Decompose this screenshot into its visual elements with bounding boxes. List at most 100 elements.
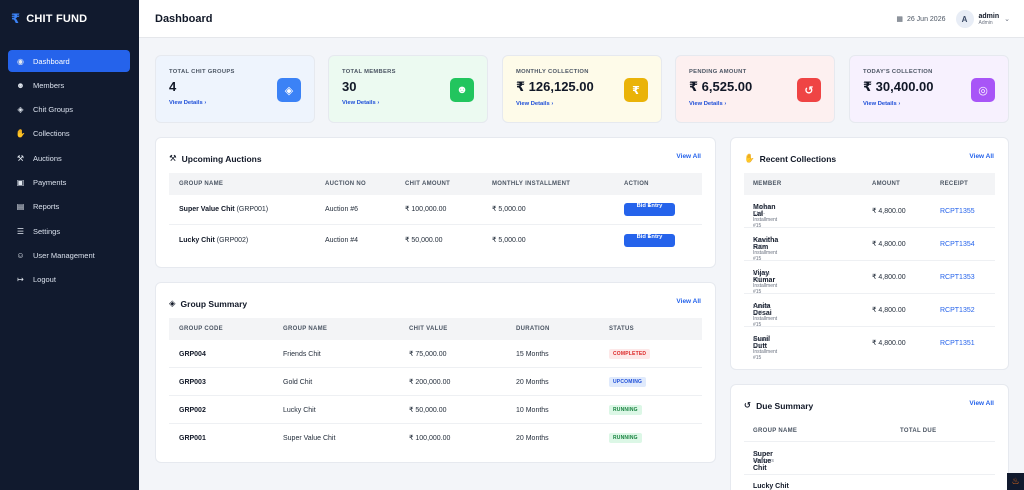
view-all-link[interactable]: View All xyxy=(676,298,701,305)
table-row: GRP002 Lucky Chit ₹ 50,000.00 10 Months … xyxy=(169,397,702,424)
history-icon: ↺ xyxy=(744,400,752,410)
stat-label: MONTHLY COLLECTION xyxy=(516,69,589,75)
bid-entry-button[interactable]: + Bid Entry xyxy=(624,203,675,216)
sidebar-item-chit-groups[interactable]: ◈ Chit Groups xyxy=(8,99,130,121)
sidebar-item-settings[interactable]: ☰ Settings xyxy=(8,220,130,242)
hand-coin-icon: ✋ xyxy=(744,153,755,163)
table-row: Anita Desai Friends Chit - Installment #1… xyxy=(744,295,995,328)
group-code: (GRP002) xyxy=(214,237,249,244)
sidebar-item-reports[interactable]: ▤ Reports xyxy=(8,196,130,218)
chit-value: ₹ 200,000.00 xyxy=(409,379,451,386)
column-header: GROUP NAME xyxy=(283,326,328,332)
button-label: Bid Entry xyxy=(636,203,663,209)
table-row: Vijay Kumar Friends Chit - Installment #1… xyxy=(744,262,995,295)
brand-logo[interactable]: ₹ CHIT FUND xyxy=(0,0,139,38)
sidebar-item-logout[interactable]: ↦ Logout xyxy=(8,269,130,291)
member-detail: Friends Chit - Installment #15 xyxy=(753,337,778,361)
table-header: GROUP CODE GROUP NAME CHIT VALUE DURATIO… xyxy=(169,318,702,340)
sidebar-item-user-management[interactable]: ☺ User Management xyxy=(8,244,130,266)
member-detail: Friends Chit - Installment #15 xyxy=(753,271,778,295)
group-name: Friends Chit xyxy=(283,351,321,358)
receipt-link[interactable]: RCPT1352 xyxy=(940,295,975,327)
panel-title: Recent Collections xyxy=(759,153,837,164)
table-row: Lucky Chit (GRP002) Auction #4 ₹ 50,000.… xyxy=(169,226,702,256)
sidebar-item-label: Dashboard xyxy=(33,56,70,66)
table-row: GRP001 Super Value Chit ₹ 100,000.00 20 … xyxy=(169,425,702,452)
chit-value: ₹ 100,000.00 xyxy=(409,435,451,442)
panel-title: Upcoming Auctions xyxy=(181,153,262,164)
view-all-link[interactable]: View All xyxy=(969,153,994,160)
logout-icon: ↦ xyxy=(17,275,24,285)
sidebar-item-auctions[interactable]: ⚒ Auctions xyxy=(8,147,130,169)
group-name: Super Value Chit xyxy=(179,206,235,213)
chevron-down-icon: ⌄ xyxy=(1004,16,1010,23)
table-row: Sunil Dutt Friends Chit - Installment #15… xyxy=(744,328,995,361)
column-header: STATUS xyxy=(609,326,634,332)
sidebar-item-collections[interactable]: ✋ Collections xyxy=(8,123,130,145)
amount: ₹ 4,800.00 xyxy=(872,208,906,215)
layers-icon: ◈ xyxy=(277,78,301,102)
sliders-icon: ☰ xyxy=(16,226,25,236)
money-icon: ▣ xyxy=(16,177,25,187)
sidebar-item-members[interactable]: ☻ Members xyxy=(8,74,130,96)
receipt-link[interactable]: RCPT1355 xyxy=(940,196,975,228)
due-summary-panel: ↺ Due Summary View All GROUP NAME TOTAL … xyxy=(730,384,1009,490)
sidebar-item-label: Payments xyxy=(33,177,67,187)
panel-title: Due Summary xyxy=(756,400,814,411)
view-all-link[interactable]: View All xyxy=(676,153,701,160)
monthly-installment: ₹ 5,000.00 xyxy=(492,206,526,213)
sidebar-item-label: Members xyxy=(33,80,65,90)
file-icon: ▤ xyxy=(16,202,25,212)
column-header: GROUP NAME xyxy=(179,181,224,187)
amount: ₹ 4,800.00 xyxy=(872,307,906,314)
sidebar-item-dashboard[interactable]: ◉ Dashboard xyxy=(8,50,130,72)
stat-label: TOTAL CHIT GROUPS xyxy=(169,69,235,75)
group-code: GRP004 xyxy=(179,351,206,358)
sidebar-item-label: Reports xyxy=(33,202,60,212)
users-icon: ☻ xyxy=(450,78,474,102)
group-name: Lucky Chit xyxy=(179,237,215,244)
history-icon: ↺ xyxy=(797,78,821,102)
chit-amount: ₹ 50,000.00 xyxy=(405,237,443,244)
group-name: Super Value Chit xyxy=(283,435,336,442)
column-header: RECEIPT xyxy=(940,181,969,187)
auction-no: Auction #6 xyxy=(325,206,359,213)
button-label: Bid Entry xyxy=(636,234,663,240)
member-detail: Friends Chit - Installment #15 xyxy=(753,238,778,262)
status-badge: UPCOMING xyxy=(609,377,647,387)
calendar-icon: ▦ xyxy=(896,16,903,23)
upcoming-auctions-panel: ⚒ Upcoming Auctions View All GROUP NAME … xyxy=(155,137,716,268)
auction-no: Auction #4 xyxy=(325,237,359,244)
avatar: A xyxy=(955,10,974,28)
gauge-icon: ◉ xyxy=(17,56,24,66)
sidebar-item-label: Settings xyxy=(33,226,61,236)
bid-entry-button[interactable]: + Bid Entry xyxy=(624,234,675,247)
member-count: 20 Members xyxy=(753,452,774,464)
status-badge: RUNNING xyxy=(609,433,642,443)
group-name: Lucky Chit xyxy=(753,483,789,490)
column-header: GROUP CODE xyxy=(179,326,223,332)
duration: 15 Months xyxy=(516,351,549,358)
user-menu[interactable]: A admin Admin ⌄ xyxy=(955,10,1010,28)
sidebar-item-payments[interactable]: ▣ Payments xyxy=(8,171,130,193)
column-header: GROUP NAME xyxy=(753,428,798,434)
table-row: GRP003 Gold Chit ₹ 200,000.00 20 Months … xyxy=(169,369,702,396)
group-code: GRP002 xyxy=(179,407,206,414)
date-text: 26 Jun 2026 xyxy=(906,15,946,23)
column-header: CHIT VALUE xyxy=(409,326,448,332)
amount: ₹ 4,800.00 xyxy=(872,241,906,248)
table-row: GRP004 Friends Chit ₹ 75,000.00 15 Month… xyxy=(169,341,702,368)
gavel-icon: ⚒ xyxy=(16,153,25,163)
users-icon: ☻ xyxy=(16,80,25,90)
column-header: MONTHLY INSTALLMENT xyxy=(492,181,571,187)
view-all-link[interactable]: View All xyxy=(969,400,994,407)
sidebar-item-label: Collections xyxy=(33,129,70,139)
stat-label: TOTAL MEMBERS xyxy=(342,69,396,75)
receipt-link[interactable]: RCPT1351 xyxy=(940,328,975,360)
stat-card-total-chit-groups: TOTAL CHIT GROUPS 4 View Details › ◈ xyxy=(155,55,315,123)
receipt-link[interactable]: RCPT1353 xyxy=(940,262,975,294)
receipt-link[interactable]: RCPT1354 xyxy=(940,229,975,261)
user-cog-icon: ☺ xyxy=(16,250,25,260)
user-name: admin xyxy=(978,12,1000,20)
sidebar: ₹ CHIT FUND ◉ Dashboard ☻ Members ◈ Chit… xyxy=(0,0,139,490)
